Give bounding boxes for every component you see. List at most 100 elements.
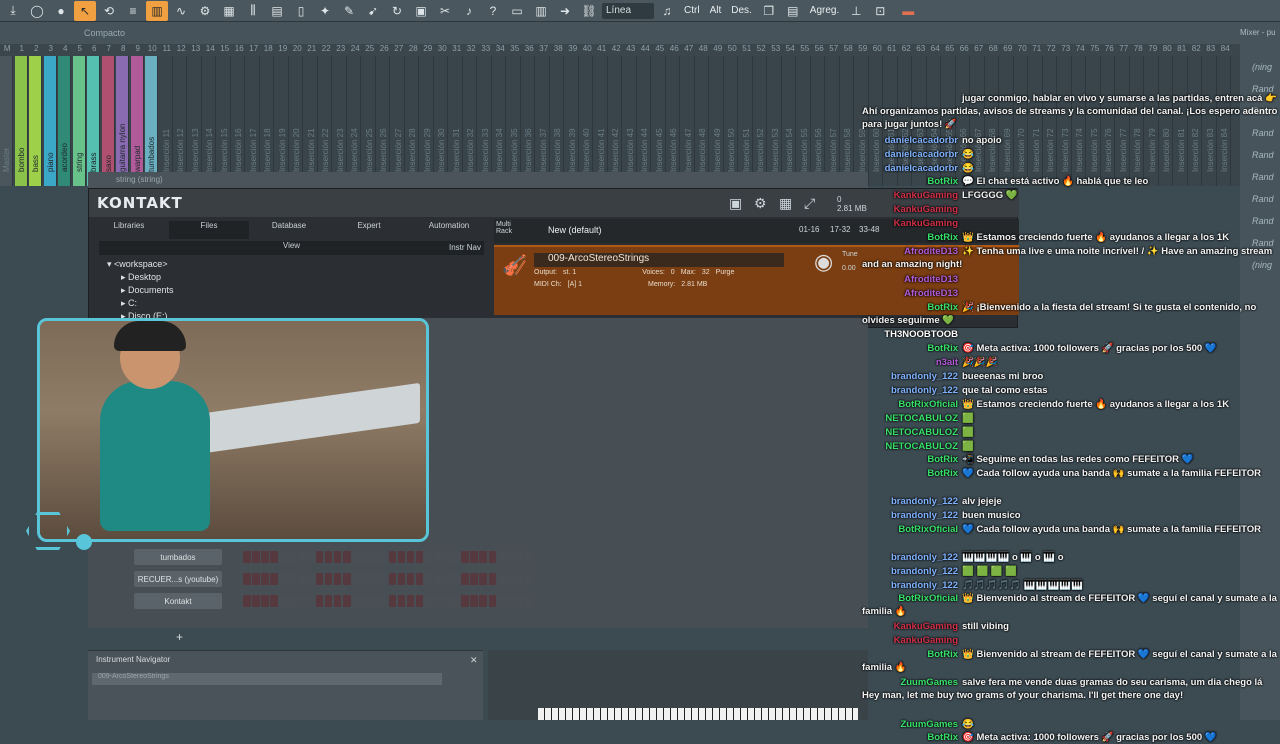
step-button[interactable]	[506, 595, 515, 607]
snap-icon[interactable]: ↖	[74, 0, 96, 21]
mixer-track[interactable]: piano	[43, 56, 57, 186]
instrument-name[interactable]: 009-ArcoStereoStrings	[534, 253, 784, 267]
chat-username[interactable]: AfroditeD13	[862, 287, 962, 300]
step-button[interactable]	[433, 595, 442, 607]
chat-username[interactable]: BotRix	[862, 301, 962, 314]
mixer-track[interactable]: Inserción 47	[682, 56, 695, 186]
step-button[interactable]	[524, 595, 533, 607]
step-button[interactable]	[433, 551, 442, 563]
plugin-icon[interactable]: ✦	[314, 1, 336, 21]
chat-username[interactable]: brandonly_122	[862, 579, 962, 592]
mixer-track[interactable]: Inserción 36	[522, 56, 535, 186]
mixer-track[interactable]: Inserción 56	[812, 56, 825, 186]
mixer-track[interactable]: Inserción 30	[435, 56, 448, 186]
typing-icon[interactable]: ▥	[146, 0, 168, 21]
step-button[interactable]	[406, 573, 415, 585]
step-button[interactable]	[243, 551, 251, 563]
dial-icon[interactable]: ●	[50, 1, 72, 21]
gear-icon[interactable]: ⚙	[754, 195, 767, 212]
mixer-track[interactable]: Inserción 44	[638, 56, 651, 186]
step-button[interactable]	[261, 573, 269, 585]
pen-icon[interactable]: ✎	[338, 1, 360, 21]
step-button[interactable]	[388, 595, 396, 607]
step-button[interactable]	[370, 595, 378, 607]
mixer-track[interactable]: Inserción 18	[261, 56, 274, 186]
mixer-track[interactable]: tumbados	[145, 56, 158, 186]
step-button[interactable]	[270, 551, 278, 563]
chat-username[interactable]: brandonly_122	[862, 565, 962, 578]
mixer-track[interactable]: Inserción 37	[537, 56, 550, 186]
tab-expert[interactable]: Expert	[329, 221, 409, 239]
step-button[interactable]	[424, 551, 433, 563]
chat-username[interactable]: KankuGaming	[862, 203, 962, 216]
cut-icon[interactable]: ✂	[434, 1, 456, 21]
mixer-track[interactable]: Inserción 38	[551, 56, 564, 186]
tools-icon[interactable]: ⚙	[194, 1, 216, 21]
mixer-track[interactable]: Inserción 11	[160, 56, 173, 186]
mixer-track[interactable]: Inserción 32	[464, 56, 477, 186]
tree-item[interactable]: ▾ <workspace>	[107, 259, 174, 272]
mixer-track[interactable]: Inserción 46	[667, 56, 680, 186]
step-button[interactable]	[306, 573, 315, 585]
step-button[interactable]	[315, 551, 324, 563]
channel-name-button[interactable]: RECUER...s (youtube)	[134, 571, 222, 587]
tune-knob-icon[interactable]: ◉	[814, 249, 833, 275]
mixer-track[interactable]: Inserción 55	[798, 56, 811, 186]
step-button[interactable]	[479, 573, 487, 585]
mixer-track[interactable]: Inserción 48	[696, 56, 709, 186]
step-button[interactable]	[415, 595, 424, 607]
grid-icon[interactable]: ▦	[218, 1, 240, 21]
step-button[interactable]	[261, 595, 269, 607]
resize-icon[interactable]: ⤢	[804, 195, 815, 212]
mixer-track[interactable]: Inserción 12	[174, 56, 187, 186]
step-button[interactable]	[506, 551, 515, 563]
link-icon[interactable]: ⛓	[578, 1, 600, 21]
mixer-track[interactable]: Inserción 22	[319, 56, 332, 186]
refresh-icon[interactable]: ↻	[386, 1, 408, 21]
tree-item[interactable]: ▸ Documents	[107, 285, 174, 298]
step-button[interactable]	[397, 573, 406, 585]
chat-username[interactable]: brandonly_122	[862, 495, 962, 508]
chat-username[interactable]: BotRix	[862, 342, 962, 355]
mixer-track[interactable]: bombo	[14, 56, 28, 186]
step-button[interactable]	[379, 551, 387, 563]
step-button[interactable]	[388, 573, 396, 585]
step-button[interactable]	[452, 573, 460, 585]
range-2[interactable]: 17-32	[830, 225, 850, 234]
step-button[interactable]	[315, 595, 324, 607]
help-icon[interactable]: ?	[482, 1, 504, 21]
mixer-track[interactable]: guitarra nylon	[116, 56, 129, 186]
step-button[interactable]	[279, 551, 287, 563]
step-button[interactable]	[261, 551, 269, 563]
mixer-master-track[interactable]: Master	[0, 56, 13, 186]
right-panel-item[interactable]: (ning	[1240, 56, 1280, 78]
chat-username[interactable]: BotRix	[862, 231, 962, 244]
step-button[interactable]	[252, 573, 260, 585]
grid-icon[interactable]: ▦	[779, 195, 792, 212]
mixer-track[interactable]: Inserción 16	[232, 56, 245, 186]
chat-username[interactable]: danielcacadorbr	[862, 162, 962, 175]
chat-username[interactable]: BotRix	[862, 731, 962, 744]
chat-username[interactable]: BotRixOficial	[862, 398, 962, 411]
chat-username[interactable]: n3ait	[862, 356, 962, 369]
mixer-track[interactable]: Inserción 19	[276, 56, 289, 186]
wave-icon[interactable]: ∿	[170, 1, 192, 21]
step-button[interactable]	[333, 573, 342, 585]
chat-username[interactable]: ZuumGames	[862, 718, 962, 731]
step-button[interactable]	[324, 595, 333, 607]
mixer-track[interactable]: Inserción 20	[290, 56, 303, 186]
chat-username[interactable]: BotRixOficial	[862, 592, 962, 605]
chat-username[interactable]: BotRixOficial	[862, 523, 962, 536]
mixer-track[interactable]: brass	[87, 56, 100, 186]
mixer-track[interactable]: Inserción 57	[827, 56, 840, 186]
step-button[interactable]	[443, 595, 451, 607]
loop-icon[interactable]: ⟲	[98, 1, 120, 21]
close-icon[interactable]: ✕	[470, 655, 478, 666]
arrow-icon[interactable]: ➜	[554, 1, 576, 21]
knob-icon[interactable]: ◯	[26, 1, 48, 21]
step-button[interactable]	[324, 573, 333, 585]
step-button[interactable]	[452, 595, 460, 607]
mixer-track[interactable]: Inserción 53	[769, 56, 782, 186]
mixer-track[interactable]: Inserción 29	[421, 56, 434, 186]
mixer-track[interactable]: Inserción 51	[740, 56, 753, 186]
